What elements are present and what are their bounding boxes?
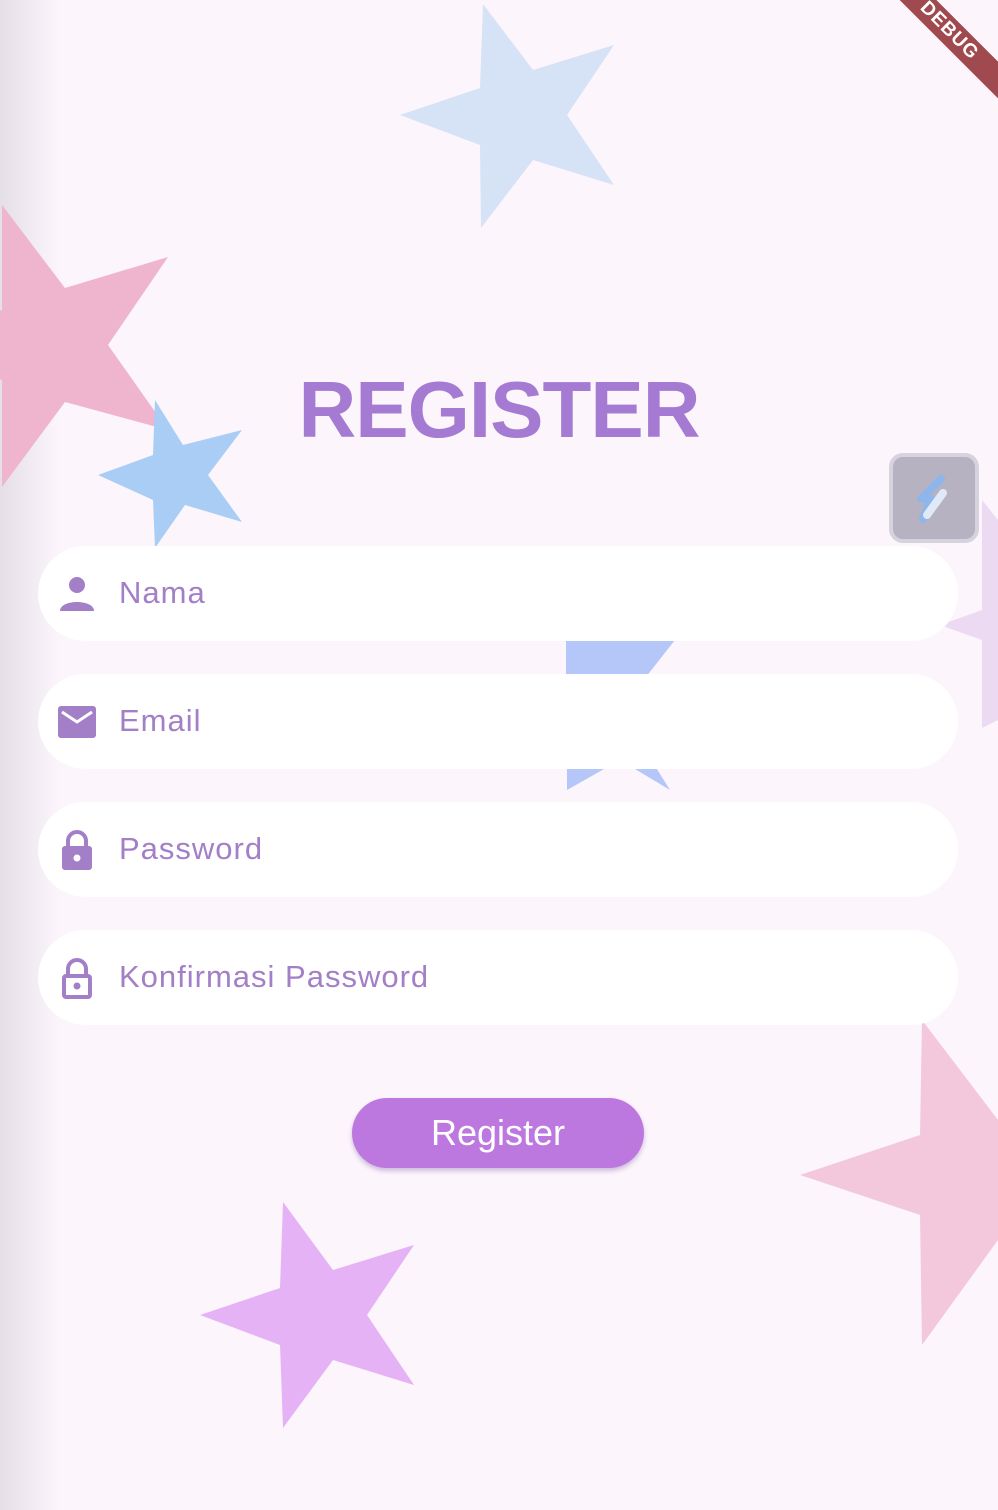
lock-icon bbox=[62, 830, 92, 870]
page-title: REGISTER bbox=[298, 365, 701, 454]
floating-tool-button[interactable] bbox=[889, 453, 979, 543]
email-placeholder: Email bbox=[119, 703, 202, 738]
lock-outline-icon bbox=[62, 958, 92, 999]
password-field[interactable]: Password bbox=[38, 802, 958, 897]
register-button[interactable]: Register bbox=[352, 1098, 644, 1168]
mail-icon bbox=[58, 706, 96, 738]
name-field[interactable]: Nama bbox=[38, 546, 958, 641]
star-decoration bbox=[200, 1202, 414, 1428]
confirm-password-placeholder: Konfirmasi Password bbox=[119, 959, 430, 994]
confirm-password-field[interactable]: Konfirmasi Password bbox=[38, 930, 958, 1025]
lightning-icon bbox=[917, 475, 947, 523]
email-field[interactable]: Email bbox=[38, 674, 958, 769]
star-decoration bbox=[800, 1020, 998, 1345]
password-placeholder: Password bbox=[119, 831, 264, 866]
name-placeholder: Nama bbox=[119, 575, 206, 610]
star-decoration bbox=[400, 4, 614, 228]
person-icon bbox=[60, 577, 94, 611]
